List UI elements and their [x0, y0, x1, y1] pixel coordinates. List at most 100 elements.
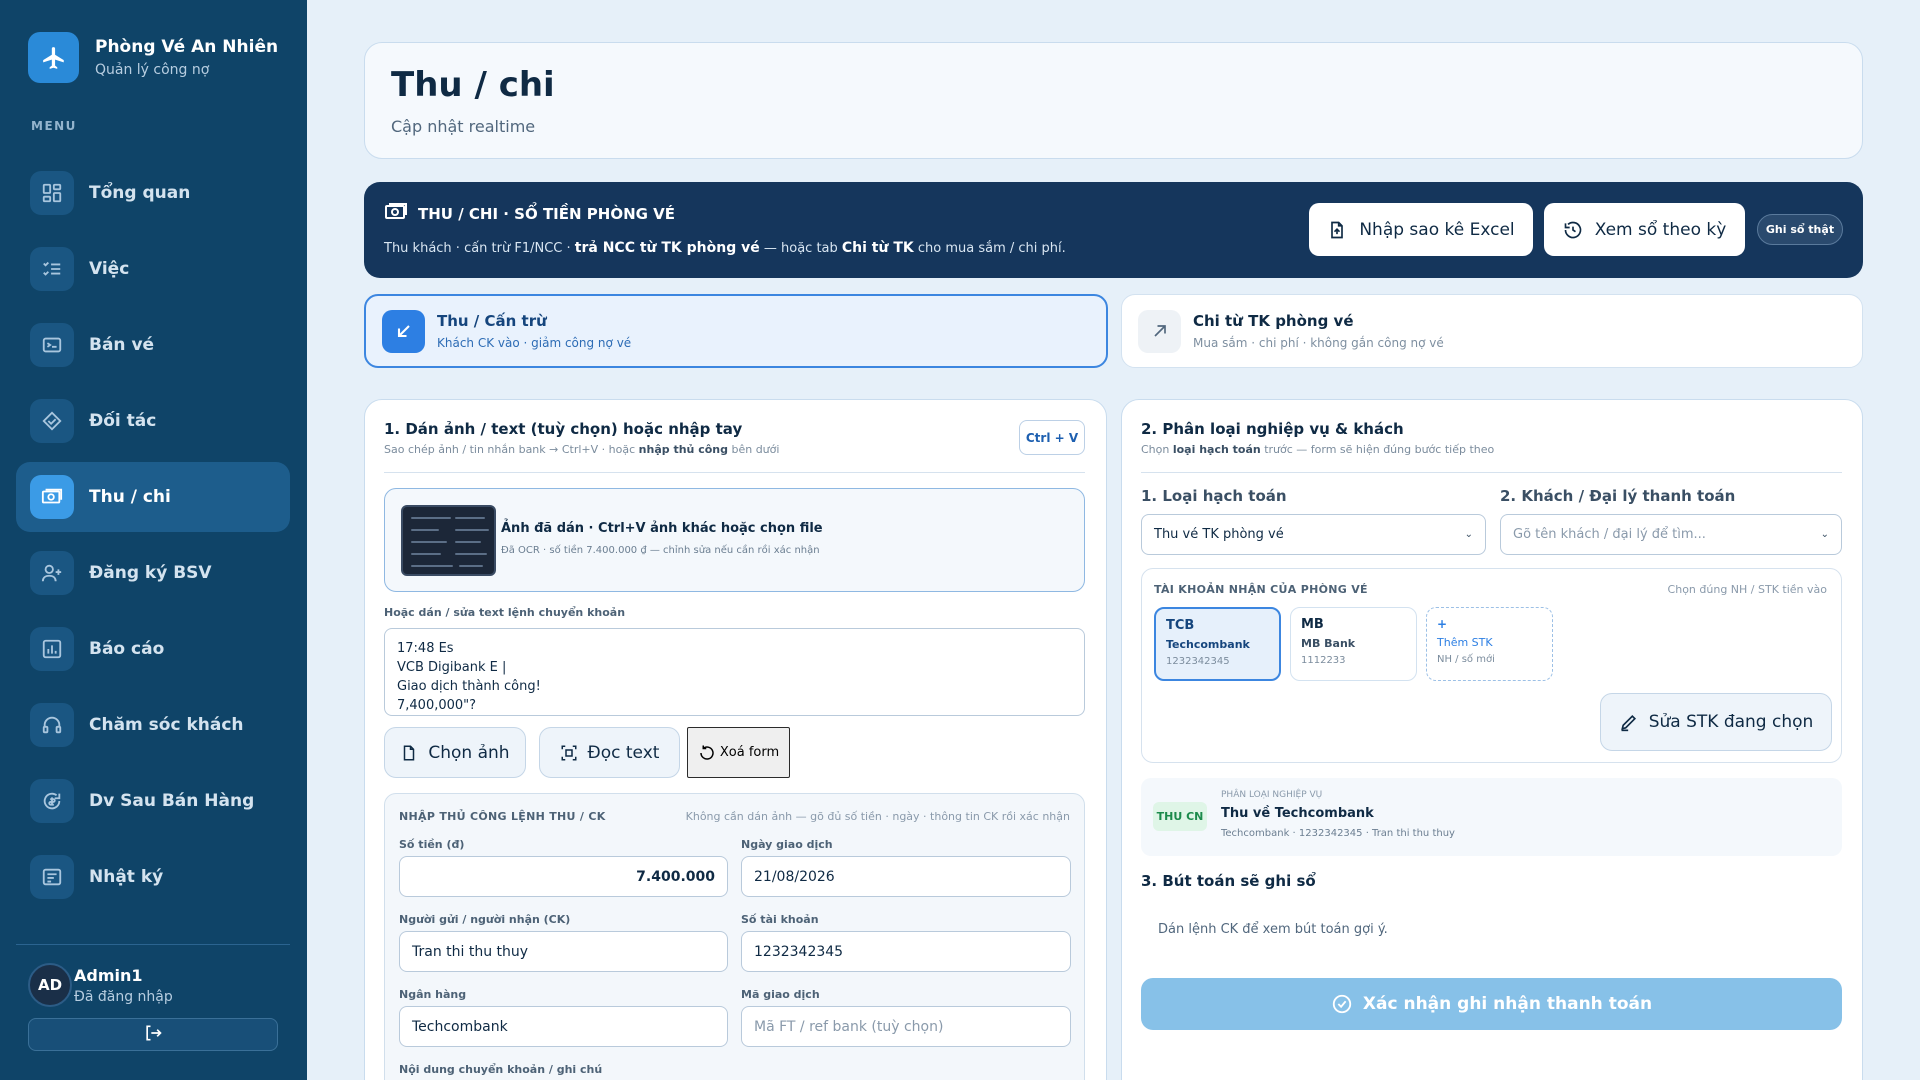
customer-search-select[interactable]: Gõ tên khách / đại lý để tìm... ⌄	[1500, 514, 1842, 555]
sidebar-item-thu-chi[interactable]: Thu / chi	[16, 462, 290, 532]
sidebar-item-label: Nhật ký	[89, 867, 164, 887]
account-code: MB	[1301, 617, 1324, 632]
sidebar-item-label: Chăm sóc khách	[89, 715, 244, 735]
classification-caption: PHÂN LOẠI NGHIỆP VỤ	[1221, 790, 1323, 800]
date-field[interactable]: 21/08/2026	[741, 856, 1071, 897]
brand: Phòng Vé An Nhiên Quản lý công nợ	[28, 32, 278, 83]
section-title: 1. Dán ảnh / text (tuỳ chọn) hoặc nhập t…	[384, 420, 743, 438]
history-icon	[1563, 220, 1583, 240]
accounts-hint: Chọn đúng NH / STK tiền vào	[1667, 583, 1827, 596]
money-icon	[30, 475, 74, 519]
banner-desc-strong: Chi từ TK	[841, 240, 914, 256]
import-excel-label: Nhập sao kê Excel	[1359, 219, 1515, 240]
read-text-button[interactable]: Đọc text	[539, 727, 680, 778]
sidebar-item-tong-quan[interactable]: Tổng quan	[16, 158, 290, 228]
bank-field[interactable]: Techcombank	[399, 1006, 728, 1047]
sidebar-item-viec[interactable]: Việc	[16, 234, 290, 304]
bank-label: Ngân hàng	[399, 988, 467, 1001]
sidebar-item-label: Việc	[89, 259, 130, 279]
tab-subtitle: Mua sắm · chi phí · không gắn công nợ vé	[1193, 336, 1444, 350]
choose-image-button[interactable]: Chọn ảnh	[384, 727, 526, 778]
view-ledger-button[interactable]: Xem sổ theo kỳ	[1544, 203, 1745, 256]
choose-image-label: Chọn ảnh	[428, 742, 510, 763]
sidebar-item-ban-ve[interactable]: Bán vé	[16, 310, 290, 380]
tab-subtitle: Khách CK vào · giảm công nợ vé	[437, 336, 632, 350]
refresh-dollar-icon	[30, 779, 74, 823]
support-icon	[30, 703, 74, 747]
logout-icon	[143, 1023, 163, 1047]
pasted-image-thumbnail	[401, 505, 496, 576]
edit-account-label: Sửa STK đang chọn	[1648, 712, 1814, 732]
classification-subtitle: Techcombank · 1232342345 · Tran thi thu …	[1221, 828, 1455, 839]
sidebar: Phòng Vé An Nhiên Quản lý công nợ MENU T…	[0, 0, 307, 1080]
transfer-text-area[interactable]: 17:48 Es VCB Digibank E | Giao dịch thàn…	[384, 628, 1085, 716]
ghi-so-that-toggle[interactable]: Ghi sổ thật	[1757, 214, 1843, 245]
section-subtitle-part: Sao chép ảnh / tin nhắn bank → Ctrl+V · …	[384, 443, 639, 456]
classification-title: Thu về Techcombank	[1221, 806, 1374, 821]
sidebar-item-label: Thu / chi	[89, 487, 171, 507]
accounting-type-select[interactable]: Thu vé TK phòng vé ⌄	[1141, 514, 1486, 555]
sidebar-item-dv-sau-ban-hang[interactable]: Dv Sau Bán Hàng	[16, 766, 290, 836]
account-number-field[interactable]: 1232342345	[741, 931, 1071, 972]
section-subtitle-strong: nhập thủ công	[638, 443, 728, 456]
paste-shortcut-button[interactable]: Ctrl + V	[1019, 420, 1085, 455]
accounting-type-value: Thu vé TK phòng vé	[1154, 527, 1284, 542]
reset-icon	[698, 744, 716, 762]
sender-field[interactable]: Tran thi thu thuy	[399, 931, 728, 972]
info-banner: THU / CHI · SỔ TIỀN PHÒNG VÉ Thu khách ·…	[364, 182, 1863, 278]
chevron-down-icon: ⌄	[1820, 529, 1829, 540]
account-bank-name: MB Bank	[1301, 637, 1356, 650]
note-label: Nội dung chuyển khoản / ghi chú	[399, 1063, 603, 1076]
section-subtitle-part: bên dưới	[727, 443, 780, 456]
paste-dropzone[interactable]: Ảnh đã dán · Ctrl+V ảnh khác hoặc chọn f…	[384, 488, 1085, 592]
classification-card: 2. Phân loại nghiệp vụ & khách Chọn loại…	[1121, 399, 1863, 1080]
banner-description: Thu khách · cấn trừ F1/NCC · trả NCC từ …	[384, 240, 1066, 256]
ticket-icon	[30, 323, 74, 367]
banner-desc-strong: trả NCC từ TK phòng vé	[574, 240, 760, 256]
transfer-text-label: Hoặc dán / sửa text lệnh chuyển khoản	[384, 606, 626, 619]
receiving-accounts-panel: TÀI KHOẢN NHẬN CỦA PHÒNG VÉ Chọn đúng NH…	[1141, 568, 1842, 763]
add-account-label: Thêm STK	[1437, 636, 1493, 649]
divider	[384, 472, 1085, 473]
paste-input-card: 1. Dán ảnh / text (tuỳ chọn) hoặc nhập t…	[364, 399, 1107, 1080]
view-ledger-label: Xem sổ theo kỳ	[1594, 219, 1727, 240]
section-subtitle-part: trước — form sẽ hiện đúng bước tiếp theo	[1260, 443, 1495, 456]
account-card-tcb[interactable]: TCB Techcombank 1232342345	[1154, 607, 1281, 681]
account-card-mb[interactable]: MB MB Bank 1112233	[1290, 607, 1417, 681]
account-bank-name: Techcombank	[1166, 638, 1250, 651]
sidebar-item-label: Dv Sau Bán Hàng	[89, 791, 255, 811]
account-code: TCB	[1166, 618, 1195, 633]
file-upload-icon	[1327, 220, 1347, 240]
user-profile: AD Admin1 Đã đăng nhập	[28, 963, 173, 1007]
amount-field[interactable]: 7.400.000	[399, 856, 728, 897]
account-number-label: Số tài khoản	[741, 913, 819, 926]
journal-hint: Dán lệnh CK để xem bút toán gợi ý.	[1158, 922, 1388, 937]
arrow-up-right-icon	[1138, 309, 1181, 353]
add-account-button[interactable]: + Thêm STK NH / số mới	[1426, 607, 1553, 681]
section-subtitle: Chọn loại hạch toán trước — form sẽ hiện…	[1141, 443, 1494, 456]
sidebar-item-cham-soc-khach[interactable]: Chăm sóc khách	[16, 690, 290, 760]
sidebar-item-nhat-ky[interactable]: Nhật ký	[16, 842, 290, 912]
sidebar-item-label: Báo cáo	[89, 639, 165, 659]
banner-title: THU / CHI · SỔ TIỀN PHÒNG VÉ	[384, 202, 675, 226]
banner-title-text: THU / CHI · SỔ TIỀN PHÒNG VÉ	[418, 205, 676, 223]
date-label: Ngày giao dịch	[741, 838, 833, 851]
section-subtitle: Sao chép ảnh / tin nhắn bank → Ctrl+V · …	[384, 443, 779, 456]
tab-chi-tu-tk[interactable]: Chi từ TK phòng vé Mua sắm · chi phí · k…	[1121, 294, 1863, 368]
clear-form-button[interactable]: Xoá form	[687, 727, 790, 778]
user-plus-icon	[30, 551, 74, 595]
sidebar-item-dang-ky-bsv[interactable]: Đăng ký BSV	[16, 538, 290, 608]
section-subtitle-strong: loại hạch toán	[1172, 443, 1261, 456]
edit-account-button[interactable]: Sửa STK đang chọn	[1600, 693, 1832, 751]
import-excel-button[interactable]: Nhập sao kê Excel	[1309, 203, 1533, 256]
tab-title: Chi từ TK phòng vé	[1193, 312, 1354, 330]
sidebar-item-doi-tac[interactable]: Đối tác	[16, 386, 290, 456]
user-name: Admin1	[74, 965, 143, 985]
sender-label: Người gửi / người nhận (CK)	[399, 913, 571, 926]
logout-button[interactable]	[28, 1018, 278, 1051]
sidebar-item-bao-cao[interactable]: Báo cáo	[16, 614, 290, 684]
confirm-payment-button[interactable]: Xác nhận ghi nhận thanh toán	[1141, 978, 1842, 1030]
tab-thu-can-tru[interactable]: Thu / Cấn trừ Khách CK vào · giảm công n…	[364, 294, 1108, 368]
dashboard-icon	[30, 171, 74, 215]
ref-field[interactable]: Mã FT / ref bank (tuỳ chọn)	[741, 1006, 1071, 1047]
